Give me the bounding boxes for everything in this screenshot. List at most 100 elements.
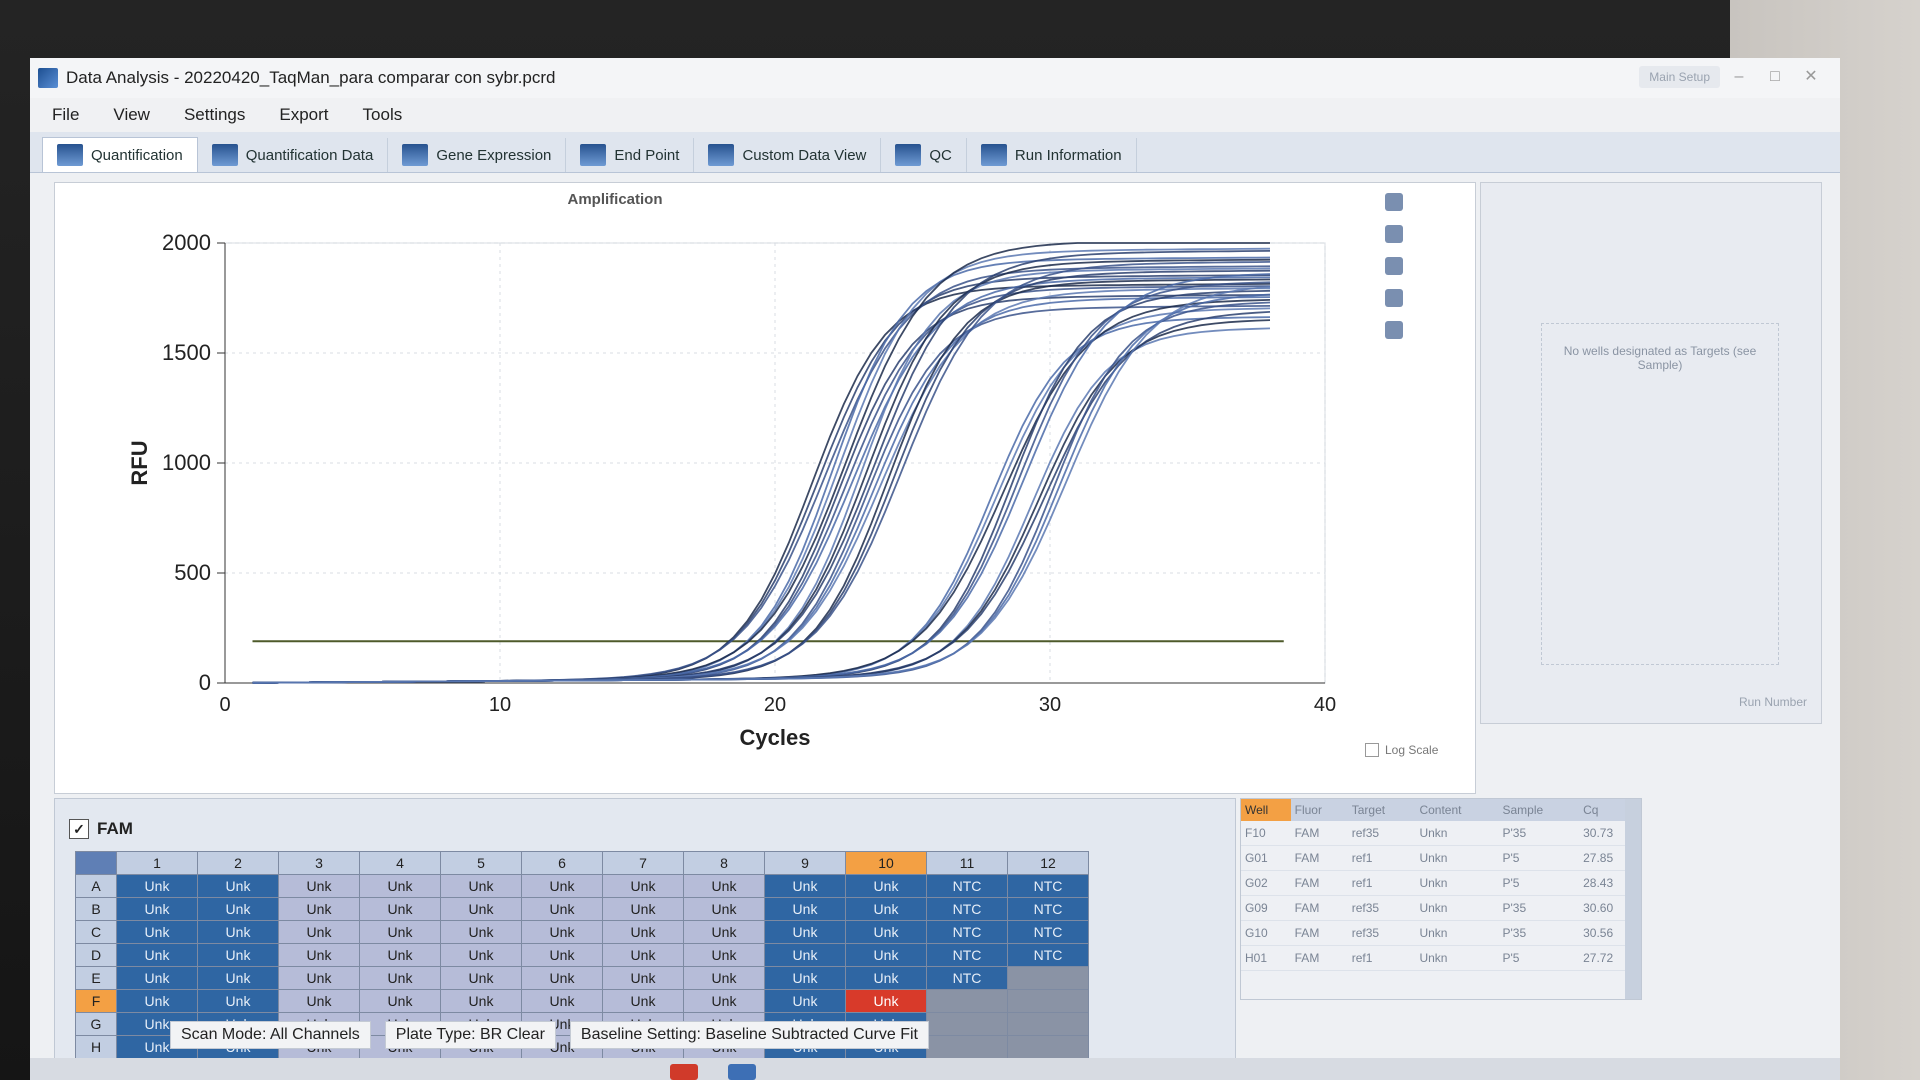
plate-well[interactable]: Unk: [440, 989, 522, 1013]
plate-well[interactable]: Unk: [197, 989, 279, 1013]
plate-well[interactable]: Unk: [521, 920, 603, 944]
plate-well[interactable]: Unk: [764, 966, 846, 990]
plate-well[interactable]: Unk: [764, 943, 846, 967]
menu-settings[interactable]: Settings: [184, 105, 245, 125]
log-scale-toggle[interactable]: Log Scale: [1365, 743, 1438, 757]
tab-custom-data-view[interactable]: Custom Data View: [694, 138, 882, 172]
copy-icon[interactable]: [1385, 257, 1403, 275]
menu-export[interactable]: Export: [279, 105, 328, 125]
table-row[interactable]: F10 FAM ref35 Unkn P'35 30.73: [1241, 821, 1641, 846]
plate-well[interactable]: NTC: [1007, 897, 1089, 921]
plate-column-header[interactable]: 7: [602, 851, 684, 875]
plate-well[interactable]: Unk: [116, 874, 198, 898]
plate-row-header[interactable]: A: [75, 874, 117, 898]
table-row[interactable]: G10 FAM ref35 Unkn P'35 30.56: [1241, 920, 1641, 946]
plate-well[interactable]: Unk: [197, 874, 279, 898]
plate-column-header[interactable]: 3: [278, 851, 360, 875]
table-row[interactable]: G02 FAM ref1 Unkn P'5 28.43: [1241, 870, 1641, 896]
plate-well[interactable]: Unk: [197, 897, 279, 921]
plate-well[interactable]: Unk: [359, 989, 441, 1013]
plate-well[interactable]: Unk: [602, 966, 684, 990]
plate-well[interactable]: NTC: [1007, 943, 1089, 967]
results-column-header[interactable]: Sample: [1498, 799, 1580, 821]
plate-row-header[interactable]: G: [75, 1012, 117, 1036]
plate-well[interactable]: Unk: [602, 874, 684, 898]
plate-well[interactable]: Unk: [440, 920, 522, 944]
plate-well[interactable]: Unk: [278, 989, 360, 1013]
plate-column-header[interactable]: 9: [764, 851, 846, 875]
table-row[interactable]: G01 FAM ref1 Unkn P'5 27.85: [1241, 845, 1641, 871]
plate-well[interactable]: NTC: [926, 897, 1008, 921]
plate-well[interactable]: Unk: [521, 897, 603, 921]
plate-well[interactable]: Unk: [845, 943, 927, 967]
plate-column-header[interactable]: 8: [683, 851, 765, 875]
plate-well[interactable]: Unk: [116, 966, 198, 990]
app-taskbar-icon[interactable]: [728, 1064, 756, 1080]
plate-well[interactable]: Unk: [683, 989, 765, 1013]
plate-well[interactable]: Unk: [764, 897, 846, 921]
log-scale-checkbox[interactable]: [1365, 743, 1379, 757]
plate-well[interactable]: Unk: [440, 897, 522, 921]
plate-well[interactable]: Unk: [278, 897, 360, 921]
plate-column-header[interactable]: 5: [440, 851, 522, 875]
plate-well[interactable]: Unk: [440, 943, 522, 967]
plate-row-header[interactable]: C: [75, 920, 117, 944]
plate-well[interactable]: Unk: [521, 943, 603, 967]
plate-column-header[interactable]: 11: [926, 851, 1008, 875]
zoom-icon[interactable]: [1385, 193, 1403, 211]
plate-well[interactable]: Unk: [116, 920, 198, 944]
plate-select-all[interactable]: [75, 851, 117, 875]
plate-well[interactable]: Unk: [845, 966, 927, 990]
close-icon[interactable]: ✕: [1800, 66, 1822, 88]
plate-column-header[interactable]: 2: [197, 851, 279, 875]
minimize-icon[interactable]: –: [1728, 66, 1750, 88]
plate-well[interactable]: Unk: [764, 920, 846, 944]
table-row[interactable]: H01 FAM ref1 Unkn P'5 27.72: [1241, 945, 1641, 971]
table-row[interactable]: G09 FAM ref35 Unkn P'35 30.60: [1241, 895, 1641, 921]
plate-well[interactable]: Unk: [197, 966, 279, 990]
plate-row-header[interactable]: E: [75, 966, 117, 990]
plate-well[interactable]: NTC: [1007, 874, 1089, 898]
tab-gene-expression[interactable]: Gene Expression: [388, 138, 567, 172]
plate-well[interactable]: NTC: [926, 966, 1008, 990]
fam-checkbox[interactable]: ✓: [69, 819, 89, 839]
print-icon[interactable]: [1385, 225, 1403, 243]
tab-quantification-data[interactable]: Quantification Data: [198, 138, 389, 172]
plate-well[interactable]: [1007, 989, 1089, 1013]
plate-well[interactable]: Unk: [521, 874, 603, 898]
amplification-chart[interactable]: 0 10 20 30 40 0 500 1000 1500 2000 Cycles RFU: [55, 183, 1355, 793]
plate-well[interactable]: NTC: [1007, 920, 1089, 944]
plate-well[interactable]: Unk: [683, 966, 765, 990]
plate-well[interactable]: Unk: [683, 874, 765, 898]
plate-well[interactable]: Unk: [359, 920, 441, 944]
plate-well[interactable]: Unk: [278, 966, 360, 990]
plate-well[interactable]: Unk: [602, 920, 684, 944]
plate-well[interactable]: Unk: [359, 874, 441, 898]
results-column-header[interactable]: Content: [1415, 799, 1499, 821]
plate-well[interactable]: Unk: [116, 989, 198, 1013]
plate-well[interactable]: NTC: [926, 943, 1008, 967]
tab-qc[interactable]: QC: [881, 138, 967, 172]
plate-well[interactable]: Unk: [278, 920, 360, 944]
plate-well[interactable]: NTC: [926, 920, 1008, 944]
plate-well[interactable]: Unk: [278, 874, 360, 898]
plate-well[interactable]: Unk: [197, 943, 279, 967]
results-column-header[interactable]: Well: [1241, 799, 1291, 821]
tab-run-information[interactable]: Run Information: [967, 138, 1137, 172]
plate-column-header[interactable]: 12: [1007, 851, 1089, 875]
plate-row-header[interactable]: B: [75, 897, 117, 921]
plate-column-header[interactable]: 1: [116, 851, 198, 875]
plate-well[interactable]: Unk: [602, 897, 684, 921]
plate-well[interactable]: Unk: [521, 966, 603, 990]
plate-well[interactable]: Unk: [845, 874, 927, 898]
plate-well[interactable]: Unk: [845, 989, 927, 1013]
plate-row-header[interactable]: H: [75, 1035, 117, 1059]
tab-end-point[interactable]: End Point: [566, 138, 695, 172]
plate-well[interactable]: Unk: [764, 989, 846, 1013]
plate-row-header[interactable]: F: [75, 989, 117, 1013]
plate-well[interactable]: Unk: [683, 897, 765, 921]
plate-column-header[interactable]: 4: [359, 851, 441, 875]
user-chip[interactable]: Main Setup: [1639, 66, 1720, 88]
results-column-header[interactable]: Fluor: [1290, 799, 1348, 821]
plate-well[interactable]: [926, 989, 1008, 1013]
